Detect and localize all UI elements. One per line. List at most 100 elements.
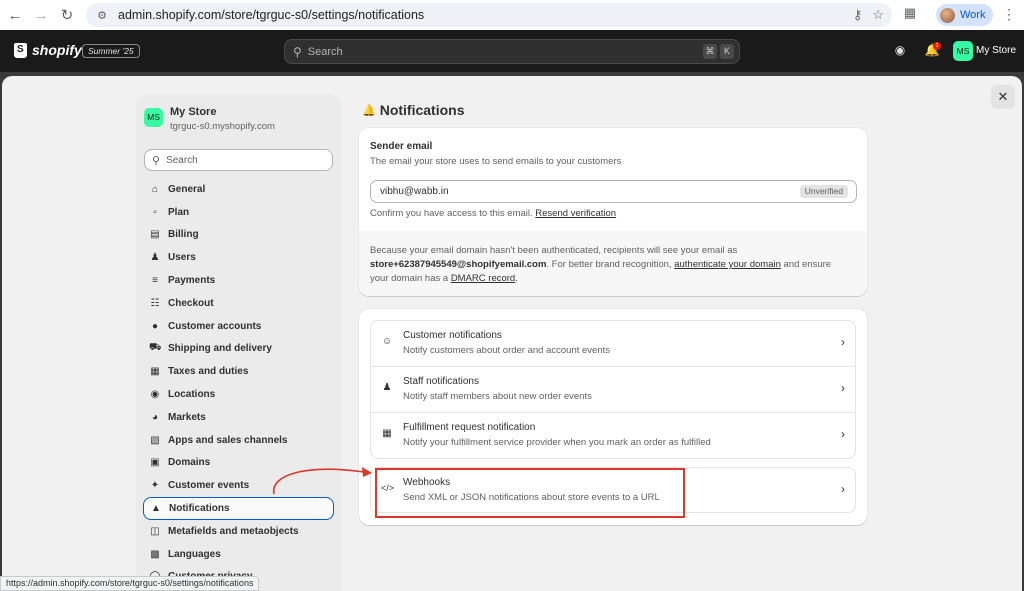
browser-menu-icon[interactable]: ⋮ [1002,6,1016,23]
sidebar-item-label: Customer events [168,480,250,492]
reload-icon[interactable]: ↻ [54,2,80,28]
profile-label: Work [960,9,986,21]
row-title: Customer notifications [403,330,502,341]
authenticate-domain-link[interactable]: authenticate your domain [674,259,781,270]
sidebar-item-languages[interactable]: ▩ Languages [143,543,334,566]
sidebar-item-apps[interactable]: ▧ Apps and sales channels [143,429,334,452]
sender-email-card: Sender email The email your store uses t… [359,128,867,296]
back-icon[interactable]: ← [2,2,28,28]
settings-nav: ⌂ General ▫ Plan ▤ Billing ♟ Users ≡ Payments… [143,178,334,588]
admin-search-input[interactable]: ⚲ Search ⌘ K [284,39,740,64]
sidebar-item-customer-accounts[interactable]: ● Customer accounts [143,315,334,338]
edition-badge[interactable]: Summer '25 [82,44,140,58]
bell-icon: ▲ [151,503,161,515]
logo-text: shopify [32,42,82,58]
sidebar-item-label: Shipping and delivery [168,343,272,355]
domain-icon: ▣ [150,457,160,469]
sidebar-item-locations[interactable]: ◉ Locations [143,383,334,406]
sidebar-item-label: General [168,183,206,195]
sidebar-store-domain: tgrguc-s0.myshopify.com [170,121,275,132]
sidebar-item-billing[interactable]: ▤ Billing [143,224,334,247]
cart-icon: ☷ [150,297,160,309]
extensions-icon[interactable]: ▦ [900,5,920,25]
store-name[interactable]: My Store [976,45,1016,56]
bell-icon: 🔔 [362,104,376,117]
note-text: and ensure [783,259,832,270]
row-title: Staff notifications [403,376,479,387]
url-text: admin.shopify.com/store/tgrguc-s0/settin… [118,8,425,22]
page-title: 🔔 Notifications [362,102,464,118]
key-icon[interactable]: ⚷ [853,7,863,23]
sidebar-item-taxes[interactable]: ▦ Taxes and duties [143,360,334,383]
sidebar-item-checkout[interactable]: ☷ Checkout [143,292,334,315]
sender-email-help: The email your store uses to send emails… [370,156,622,167]
payments-icon: ≡ [152,275,158,287]
sender-email-field[interactable]: vibhu@wabb.in Unverified [370,180,857,203]
sidekick-icon[interactable]: ◉ [892,43,908,59]
store-icon: ⌂ [151,183,159,195]
site-settings-icon[interactable]: ⚙ [92,9,112,22]
sender-email-label: Sender email [370,141,433,152]
sidebar-item-label: Metafields and metaobjects [168,525,299,537]
sparkle-icon: ✦ [150,480,160,492]
sidebar-item-label: Payments [168,275,216,287]
row-title: Fulfillment request notification [403,422,536,433]
settings-search-input[interactable]: ⚲ Search [144,149,333,171]
link-status-bar: https://admin.shopify.com/store/tgrguc-s… [0,576,260,591]
apps-icon: ▧ [150,434,160,446]
sidebar-item-shipping[interactable]: ⛟ Shipping and delivery [143,338,334,361]
sidebar-item-metafields[interactable]: ◫ Metafields and metaobjects [143,520,334,543]
sidebar-item-label: Taxes and duties [168,366,249,378]
notification-count-badge: 1 [933,42,941,50]
page-title-text: Notifications [379,102,465,118]
sidebar-item-users[interactable]: ♟ Users [143,246,334,269]
note-text: your domain has a [370,273,449,284]
profile-button[interactable]: Work [936,4,994,26]
shopify-logo[interactable]: shopify [14,42,82,58]
confirm-text: Confirm you have access to this email. R… [370,208,616,219]
annotation-arrow [273,467,372,495]
address-bar[interactable]: ⚙ admin.shopify.com/store/tgrguc-s0/sett… [86,3,892,27]
sidebar-item-label: Plan [168,206,190,218]
bookmark-star-icon[interactable]: ☆ [872,7,884,23]
users-icon: ♟ [150,252,160,264]
sidebar-item-general[interactable]: ⌂ General [143,178,334,201]
sidebar-item-payments[interactable]: ≡ Payments [143,269,334,292]
store-avatar[interactable]: MS [953,41,973,61]
search-placeholder: Search [166,154,198,166]
shopify-sender-address: store+62387945549@shopifyemail.com [370,259,547,270]
metafields-icon: ◫ [150,525,160,537]
search-icon: ⚲ [293,44,302,59]
fulfillment-request-row[interactable]: ▦ Fulfillment request notification Notif… [371,413,855,459]
store-avatar: MS [144,108,163,127]
browser-toolbar: ← → ↻ ⚙ admin.shopify.com/store/tgrguc-s… [0,0,1024,30]
location-icon: ◉ [150,389,160,401]
row-subtitle: Notify customers about order and account… [403,345,611,356]
note-text: . [515,273,518,284]
sidebar-item-label: Checkout [168,297,214,309]
shortcut-key-cmd: ⌘ [703,44,717,59]
sidebar-item-plan[interactable]: ▫ Plan [143,201,334,224]
tax-icon: ▦ [150,366,160,378]
chevron-right-icon: › [841,427,845,441]
billing-icon: ▤ [150,229,160,241]
sidebar-item-label: Customer accounts [168,320,262,332]
close-settings-button[interactable]: ✕ [991,85,1015,109]
note-text: . For better brand recognition, [546,259,672,270]
settings-sidebar: MS My Store tgrguc-s0.myshopify.com ⚲ Se… [136,94,342,591]
dmarc-record-link[interactable]: DMARC record [451,273,515,284]
note-text: Because your email domain hasn't been au… [370,245,738,256]
sidebar-item-label: Apps and sales channels [168,434,288,446]
sidebar-store-name: My Store [170,106,217,118]
chevron-right-icon: › [841,335,845,349]
customer-notifications-row[interactable]: ☺ Customer notifications Notify customer… [371,321,855,367]
sidebar-item-notifications[interactable]: ▲ Notifications [143,497,334,520]
plan-icon: ▫ [153,206,157,218]
resend-verification-link[interactable]: Resend verification [535,208,616,219]
staff-notifications-row[interactable]: ♟ Staff notifications Notify staff membe… [371,367,855,413]
forward-icon[interactable]: → [28,2,54,28]
admin-topbar: shopify Summer '25 ⚲ Search ⌘ K ◉ 🔔 1 MS… [0,30,1024,72]
sidebar-item-markets[interactable]: ◕ Markets [143,406,334,429]
sidebar-store-header[interactable]: MS My Store tgrguc-s0.myshopify.com [144,106,275,132]
sidebar-item-label: Languages [168,548,221,560]
